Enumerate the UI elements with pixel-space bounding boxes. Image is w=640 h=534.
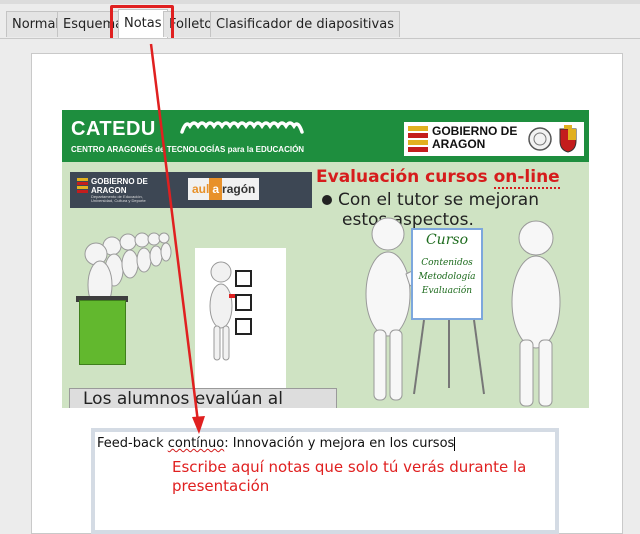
catedu-subtitle: CENTRO ARAGONÉS de TECNOLOGÍAS para la E… — [71, 145, 305, 154]
checkbox-icon-3 — [235, 318, 252, 335]
aularagon-logo: aul a ragón — [188, 178, 260, 200]
slide-title-prefix: Evaluación cursos — [316, 167, 494, 187]
catedu-logo-text: CATEDU — [71, 118, 156, 140]
aula-logo-part-2: a — [209, 178, 223, 200]
gobierno-aragon-logo: GOBIERNO DE ARAGON — [404, 122, 584, 156]
whiteboard-title: Curso — [425, 232, 469, 248]
text-caret — [454, 436, 456, 451]
bullet-dot-icon — [322, 195, 332, 205]
gobierno-aragon-small-text: GOBIERNO DE ARAGON — [91, 177, 148, 195]
checkbox-icon-2 — [235, 294, 252, 311]
aragon-flag-small-icon — [77, 178, 88, 194]
bullet-line-1: Con el tutor se mejoran — [338, 190, 539, 210]
aula-logo-part-1: aul — [192, 182, 210, 196]
easel-legs-icon — [413, 319, 485, 395]
notes-misspelled-word: contínuo — [167, 436, 225, 451]
notes-text-part-2: : Innovación y mejora en los cursos — [224, 436, 455, 451]
aragon-flag-icon — [408, 126, 428, 152]
notes-text-part-1: Feed-back — [97, 436, 168, 451]
checklist-figure-panel — [195, 248, 286, 394]
tab-clasificador[interactable]: Clasificador de diapositivas — [210, 11, 400, 37]
gobierno-aragon-small-logo: GOBIERNO DE ARAGON Departamento de Educa… — [75, 176, 160, 204]
coat-of-arms-icon — [559, 125, 577, 153]
slide-thumbnail[interactable]: CATEDU CENTRO ARAGONÉS de TECNOLOGÍAS pa… — [62, 110, 589, 408]
checkbox-icon-1 — [235, 270, 252, 287]
aula-logo-part-3: ragón — [222, 182, 256, 196]
view-tab-bar: Normal Esquema Notas Folleto Clasificado… — [0, 0, 640, 44]
slide-caption-text: Los alumnos evalúan al — [83, 389, 283, 408]
whiteboard-line-2: Metodología — [418, 272, 476, 282]
slide-title-online: on-line — [493, 167, 560, 189]
gobierno-aragon-text: GOBIERNO DE ARAGON — [432, 124, 518, 151]
slide-header-band: CATEDU CENTRO ARAGONÉS de TECNOLOGÍAS pa… — [62, 110, 589, 162]
slide-title: Evaluación cursos on-line — [316, 167, 560, 189]
annotation-note: Escribe aquí notas que solo tú verás dur… — [172, 458, 527, 495]
whiteboard-line-3: Evaluación — [421, 286, 473, 296]
logos-band: GOBIERNO DE ARAGON Departamento de Educa… — [70, 172, 312, 208]
course-whiteboard: Curso Contenidos Metodología Evaluación — [411, 228, 483, 320]
gobierno-department-text: Departamento de Educación, Universidad, … — [91, 194, 146, 203]
top-border — [0, 0, 640, 4]
notes-text[interactable]: Feed-back contínuo: Innovación y mejora … — [97, 436, 456, 451]
listener-figure-illustration — [511, 220, 561, 407]
ballot-box-icon — [79, 300, 126, 365]
seal-icon — [528, 127, 552, 151]
whiteboard-line-1: Contenidos — [421, 258, 473, 268]
slide-caption-box: Los alumnos evalúan al — [69, 388, 337, 408]
catedu-wave-icon — [180, 121, 304, 134]
